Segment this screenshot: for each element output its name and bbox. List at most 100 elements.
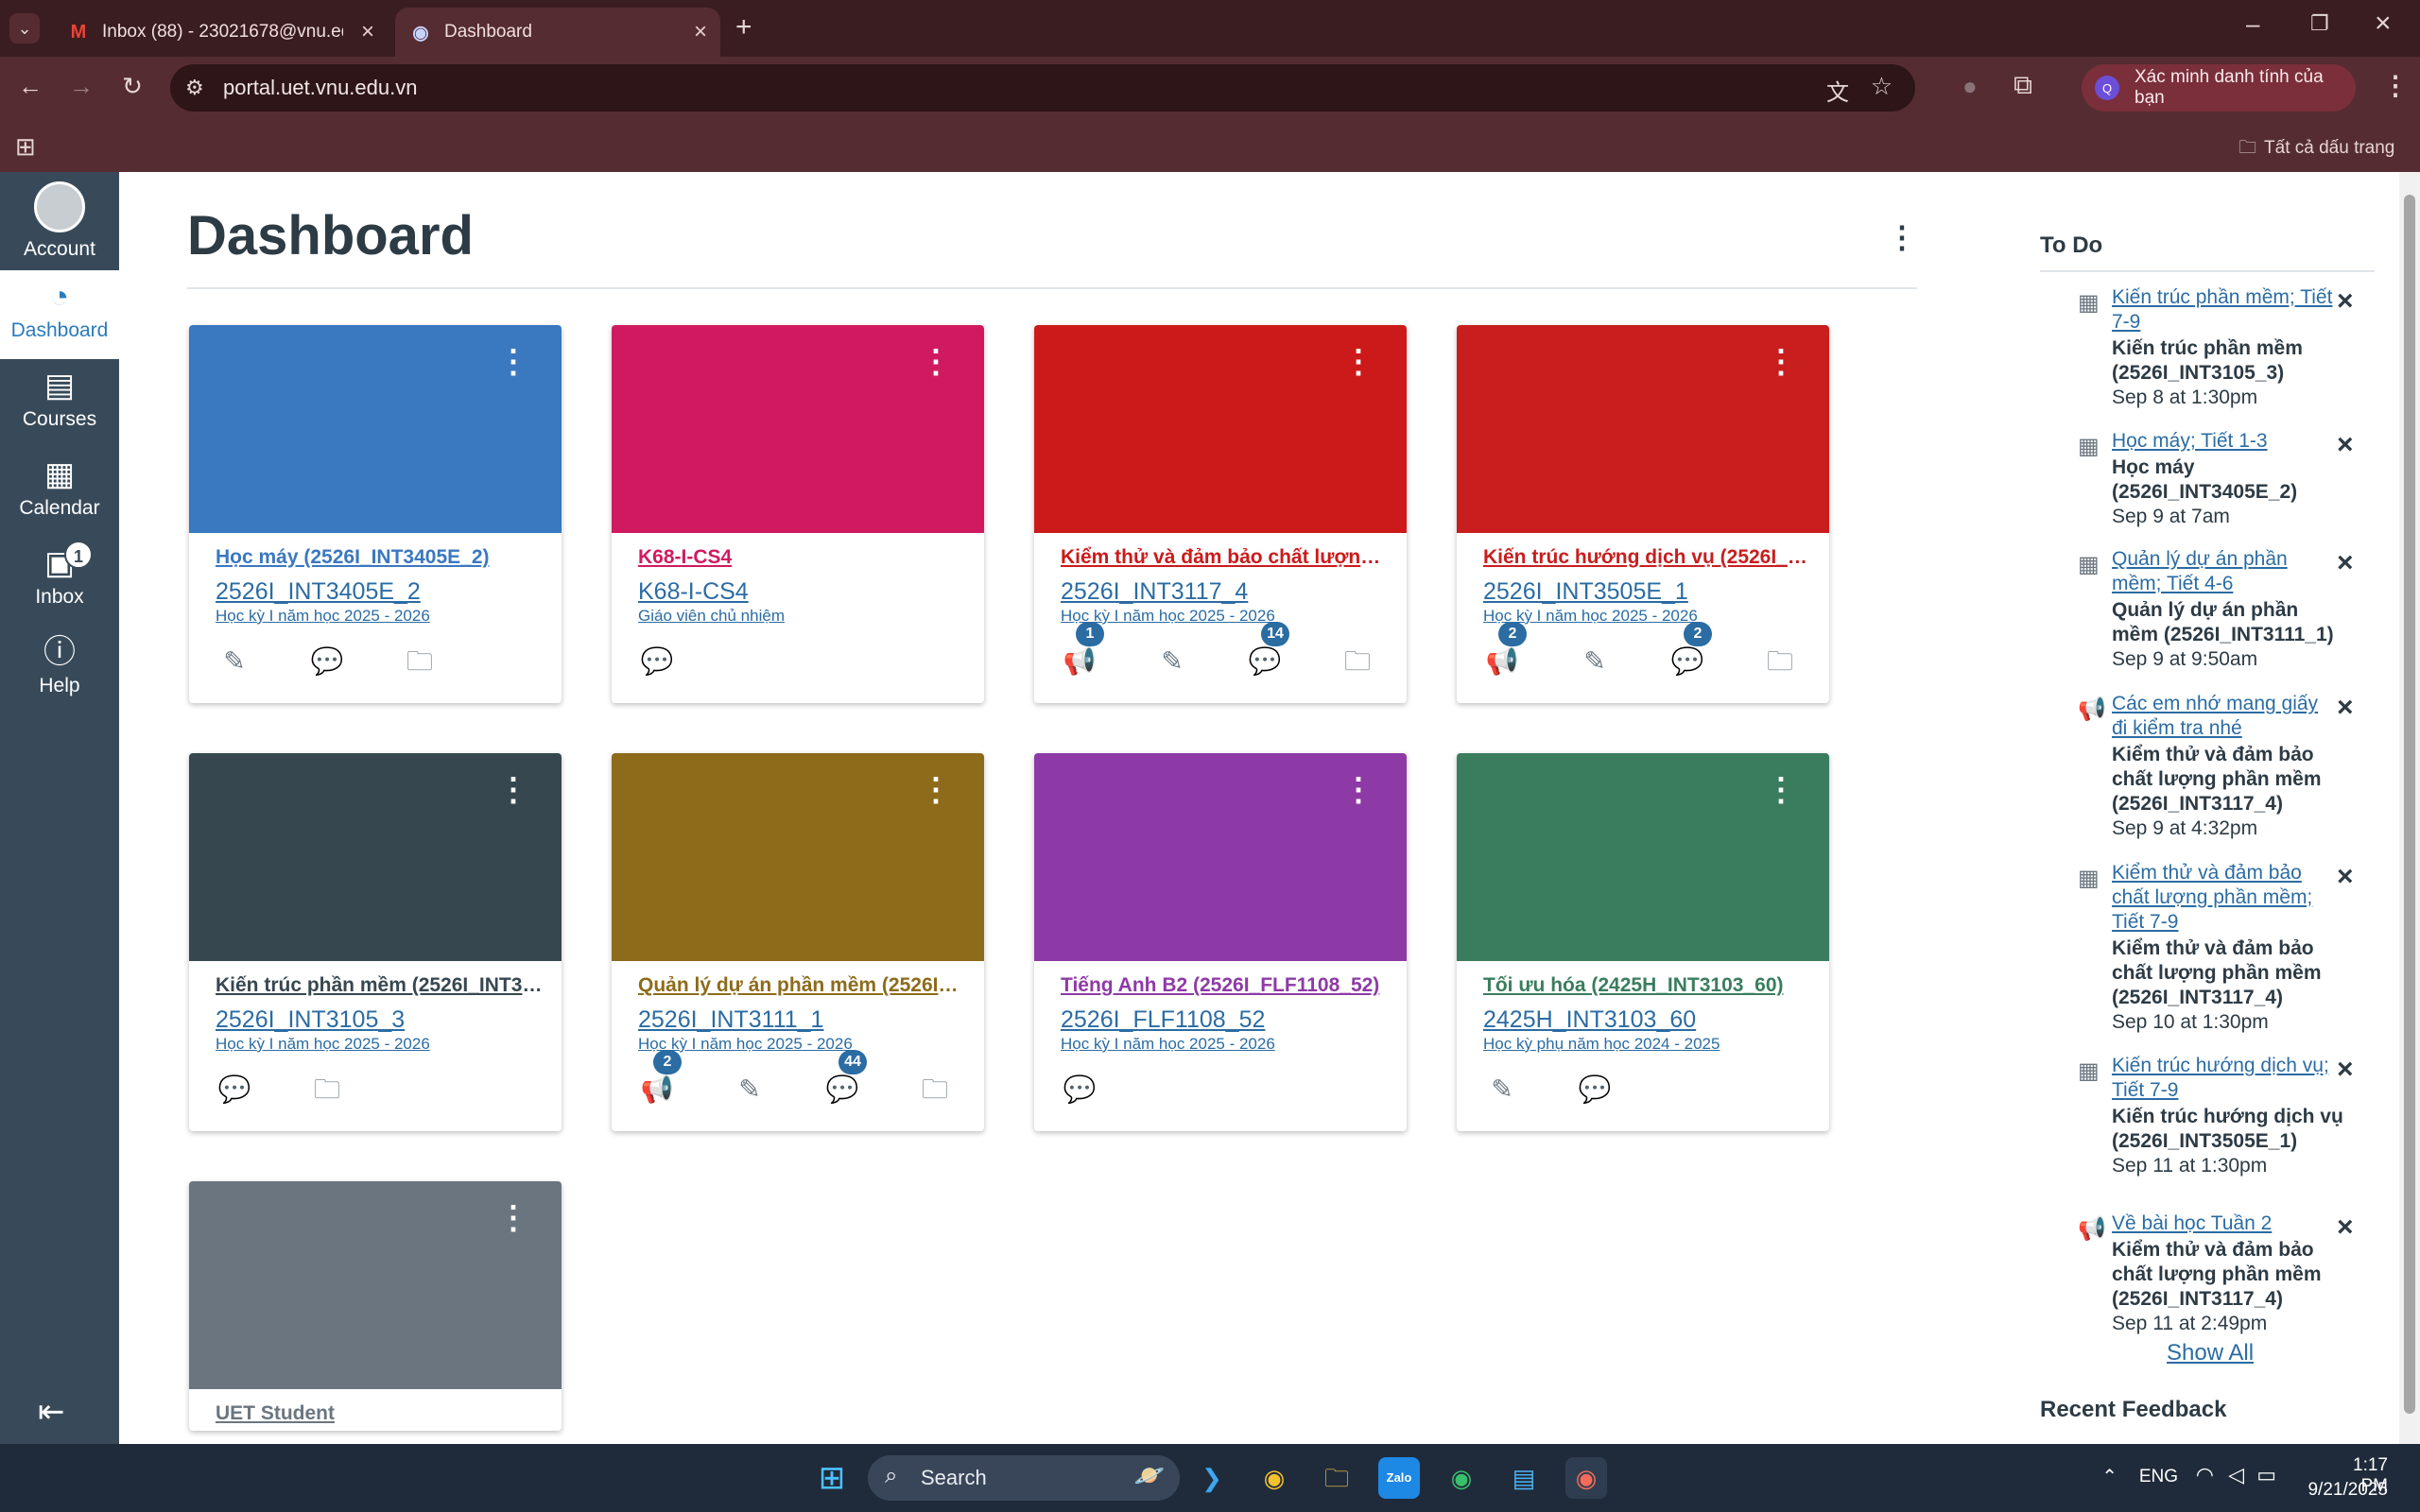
nav-calendar[interactable]: ▦ Calendar: [0, 448, 119, 537]
show-all-link[interactable]: Show All: [2167, 1340, 2254, 1366]
discussions-icon[interactable]: 💬 2: [1668, 622, 1712, 680]
card-options-icon[interactable]: ⋮: [1342, 774, 1374, 806]
nav-account[interactable]: Account: [0, 172, 119, 263]
site-info-icon[interactable]: ⚙: [185, 76, 204, 100]
assignments-icon[interactable]: ✎: [216, 643, 253, 680]
nav-help[interactable]: ⓘ Help: [0, 626, 119, 714]
course-term-link[interactable]: Học kỳ phụ năm học 2024 - 2025: [1483, 1035, 1720, 1054]
chrome-profile-icon[interactable]: ◉: [1441, 1457, 1482, 1499]
language-indicator[interactable]: ENG: [2139, 1467, 2178, 1487]
course-card[interactable]: ⋮ Quản lý dự án phần mềm (2526I_INT3111_1…: [612, 753, 984, 1131]
new-tab-button[interactable]: +: [735, 11, 752, 43]
extensions-puzzle-icon[interactable]: ⧉: [2014, 70, 2032, 101]
restore-button[interactable]: ❐: [2310, 11, 2329, 36]
course-term-link[interactable]: Học kỳ I năm học 2025 - 2026: [216, 1035, 430, 1054]
todo-link[interactable]: Kiểm thử và đảm bảo chất lượng phần mềm;…: [2112, 861, 2339, 935]
minimize-button[interactable]: –: [2246, 9, 2259, 39]
assignments-icon[interactable]: ✎: [731, 1071, 769, 1108]
reload-icon[interactable]: ↻: [115, 72, 149, 101]
course-code-link[interactable]: 2425H_INT3103_60: [1483, 1006, 1696, 1034]
discussions-icon[interactable]: 💬: [216, 1071, 253, 1108]
assignments-icon[interactable]: ✎: [1576, 643, 1614, 680]
chevron-up-icon[interactable]: ⌃: [2101, 1465, 2118, 1488]
volume-icon[interactable]: ◁: [2228, 1463, 2244, 1487]
extension-icon[interactable]: ●: [1962, 72, 1978, 101]
close-icon[interactable]: ×: [361, 19, 374, 45]
card-options-icon[interactable]: ⋮: [497, 1202, 529, 1234]
course-code-link[interactable]: 2526I_INT3105_3: [216, 1006, 405, 1034]
course-card-hero[interactable]: ⋮: [612, 753, 984, 961]
card-options-icon[interactable]: ⋮: [1765, 346, 1797, 378]
course-name-link[interactable]: UET Student: [216, 1402, 543, 1425]
nav-courses[interactable]: ▤ Courses: [0, 359, 119, 448]
todo-link[interactable]: Kiến trúc phần mềm; Tiết 7-9: [2112, 285, 2339, 335]
course-name-link[interactable]: Kiến trúc hướng dịch vụ (2526I_INT3505E_…: [1483, 546, 1810, 569]
announcements-icon[interactable]: 📢 2: [1483, 622, 1527, 680]
course-card-hero[interactable]: ⋮: [1457, 753, 1829, 961]
course-card-hero[interactable]: ⋮: [1034, 325, 1407, 533]
todo-link[interactable]: Các em nhớ mang giấy đi kiểm tra nhé: [2112, 692, 2339, 741]
announcements-icon[interactable]: 📢 1: [1061, 622, 1104, 680]
todo-link[interactable]: Quản lý dự án phần mềm; Tiết 4-6: [2112, 547, 2339, 596]
todo-link[interactable]: Kiến trúc hướng dịch vụ; Tiết 7-9: [2112, 1054, 2339, 1103]
tab-search-button[interactable]: ⌄: [9, 13, 40, 43]
profile-identity-button[interactable]: Q Xác minh danh tính của bạn: [2082, 64, 2356, 112]
vscode-icon[interactable]: ❯: [1191, 1457, 1233, 1499]
course-name-link[interactable]: Quản lý dự án phần mềm (2526I_INT3111_1): [638, 974, 965, 997]
taskbar-search[interactable]: ⌕ Search 🪐: [868, 1455, 1180, 1501]
dismiss-icon[interactable]: ×: [2337, 285, 2354, 318]
course-code-link[interactable]: 2526I_FLF1108_52: [1061, 1006, 1265, 1034]
course-term-link[interactable]: Học kỳ I năm học 2025 - 2026: [1061, 1035, 1275, 1054]
course-name-link[interactable]: Kiến trúc phần mềm (2526I_INT3105_3): [216, 974, 543, 997]
course-term-link[interactable]: Học kỳ I năm học 2025 - 2026: [216, 607, 430, 626]
course-code-link[interactable]: 2526I_INT3111_1: [638, 1006, 823, 1034]
back-icon[interactable]: ←: [13, 72, 47, 101]
browser-menu-icon[interactable]: ⋮: [2382, 70, 2409, 101]
collapse-nav-icon[interactable]: ⇤: [38, 1393, 65, 1431]
discussions-icon[interactable]: 💬: [308, 643, 346, 680]
course-name-link[interactable]: Tối ưu hóa (2425H_INT3103_60): [1483, 974, 1810, 997]
discussions-icon[interactable]: 💬: [1576, 1071, 1614, 1108]
card-options-icon[interactable]: ⋮: [920, 774, 952, 806]
chrome-active-icon[interactable]: ◉: [1565, 1457, 1607, 1499]
chrome-icon[interactable]: ◉: [1253, 1457, 1295, 1499]
assignments-icon[interactable]: ✎: [1153, 643, 1191, 680]
course-card[interactable]: ⋮ Kiến trúc phần mềm (2526I_INT3105_3) 252…: [189, 753, 562, 1131]
course-card[interactable]: ⋮ Học máy (2526I_INT3405E_2) 2526I_INT3405…: [189, 325, 562, 703]
discussions-icon[interactable]: 💬 44: [823, 1050, 867, 1108]
notepad-icon[interactable]: ▤: [1503, 1457, 1545, 1499]
zalo-icon[interactable]: Zalo: [1378, 1457, 1420, 1499]
dismiss-icon[interactable]: ×: [2337, 1054, 2354, 1086]
dismiss-icon[interactable]: ×: [2337, 1211, 2354, 1244]
course-card-hero[interactable]: ⋮: [1457, 325, 1829, 533]
close-window-button[interactable]: ×: [2375, 8, 2392, 40]
course-term-link[interactable]: Giáo viên chủ nhiệm: [638, 607, 785, 626]
discussions-icon[interactable]: 💬: [1061, 1071, 1098, 1108]
course-name-link[interactable]: Kiểm thử và đảm bảo chất lượng phần mềm …: [1061, 546, 1388, 569]
scrollbar[interactable]: [2399, 172, 2420, 1444]
todo-link[interactable]: Về bài học Tuần 2: [2112, 1211, 2339, 1236]
translate-icon[interactable]: 文: [1826, 74, 1849, 107]
course-card-hero[interactable]: ⋮: [189, 1181, 562, 1389]
all-bookmarks-button[interactable]: 🗀 Tất cả dấu trang: [2238, 134, 2394, 164]
dashboard-options-icon[interactable]: ⋮: [1887, 219, 1917, 255]
card-options-icon[interactable]: ⋮: [920, 346, 952, 378]
course-card-hero[interactable]: ⋮: [1034, 753, 1407, 961]
course-card[interactable]: ⋮ Kiến trúc hướng dịch vụ (2526I_INT3505E…: [1457, 325, 1829, 703]
windows-start-icon[interactable]: ⊞: [811, 1457, 853, 1499]
files-icon[interactable]: 🗀: [1339, 643, 1376, 680]
dismiss-icon[interactable]: ×: [2337, 547, 2354, 579]
files-icon[interactable]: 🗀: [308, 1071, 346, 1108]
files-icon[interactable]: 🗀: [1761, 643, 1799, 680]
clock-date[interactable]: 9/21/2025: [2308, 1480, 2388, 1501]
course-card[interactable]: ⋮ Tiếng Anh B2 (2526I_FLF1108_52) 2526I_FL…: [1034, 753, 1407, 1131]
tab-dashboard[interactable]: ◉ Dashboard ×: [395, 8, 720, 57]
course-card[interactable]: ⋮ K68-I-CS4 K68-I-CS4 Giáo viên chủ nhiệm 💬: [612, 325, 984, 703]
discussions-icon[interactable]: 💬: [638, 643, 676, 680]
dismiss-icon[interactable]: ×: [2337, 861, 2354, 893]
forward-icon[interactable]: →: [64, 72, 98, 101]
files-icon[interactable]: 🗀: [916, 1071, 954, 1108]
file-explorer-icon[interactable]: 🗀: [1316, 1457, 1357, 1499]
card-options-icon[interactable]: ⋮: [1765, 774, 1797, 806]
discussions-icon[interactable]: 💬 14: [1246, 622, 1289, 680]
